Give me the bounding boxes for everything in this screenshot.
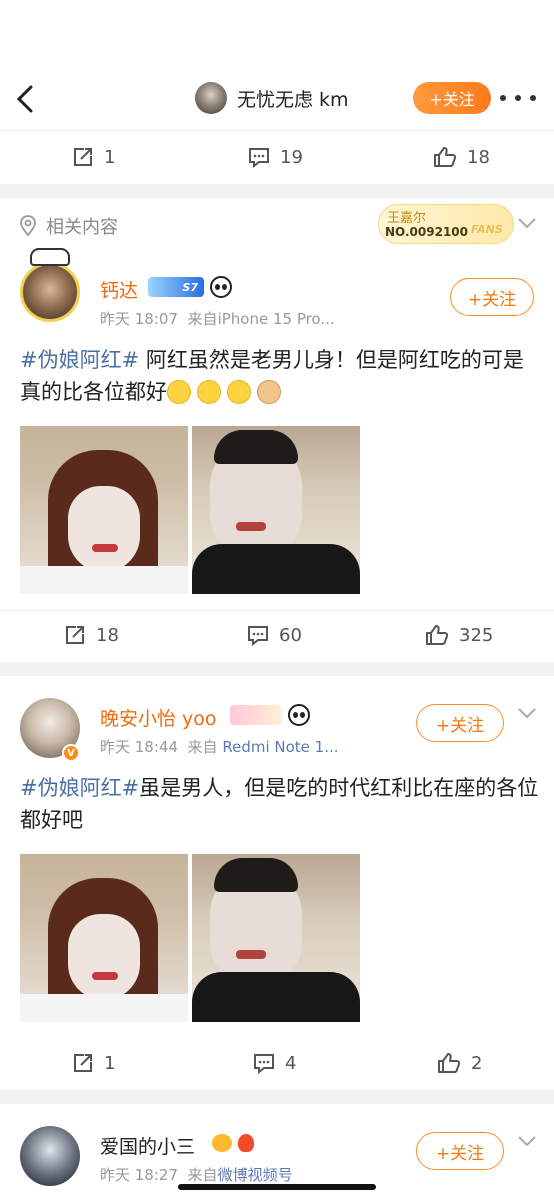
related-header: 相关内容 <box>18 212 118 240</box>
panda-icon <box>288 704 310 726</box>
comment-icon <box>254 1054 274 1074</box>
repost-count: 1 <box>104 146 116 168</box>
fans-badge-number: NO.0092100 <box>385 225 468 239</box>
post-image[interactable] <box>192 426 360 594</box>
header-user[interactable]: 无忧无虑 km <box>195 80 349 116</box>
repost-icon <box>74 148 92 166</box>
comment-count: 4 <box>285 1052 297 1074</box>
top-post-actions: 1 19 18 <box>0 134 554 180</box>
header-follow-button[interactable]: +关注 <box>413 82 491 114</box>
username[interactable]: 钙达 <box>100 276 138 303</box>
avatar[interactable] <box>20 1126 80 1186</box>
top-bar: 无忧无虑 km +关注 <box>0 70 554 126</box>
like-icon <box>438 1053 461 1073</box>
fans-badge-tag: FANS <box>471 223 503 236</box>
username[interactable]: 爱国的小三 <box>100 1132 195 1159</box>
comment-icon <box>248 626 268 646</box>
section-gap <box>0 184 554 198</box>
hashtag[interactable]: #伪娘阿红# <box>20 348 139 372</box>
section-gap <box>0 1090 554 1104</box>
section-gap <box>0 662 554 676</box>
user-badges: S7 <box>148 276 232 298</box>
user-badges <box>230 704 310 726</box>
post-actions: 18 60 325 <box>0 612 554 658</box>
divider <box>0 130 554 131</box>
comment-count: 60 <box>279 624 302 646</box>
repost-count: 18 <box>96 624 119 646</box>
comment-count: 19 <box>280 146 303 168</box>
post-card: V 晚安小怡 yoo 昨天 18:44 来自 Redmi Note 1... +… <box>0 688 554 1088</box>
comment-button[interactable]: 19 <box>248 134 303 180</box>
repost-button[interactable]: 1 <box>72 134 115 180</box>
repost-count: 1 <box>104 1052 116 1074</box>
user-badges <box>212 1132 254 1154</box>
post-actions: 1 4 2 <box>0 1040 554 1086</box>
post-text: #伪娘阿红#虽是男人，但是吃的时代红利比在座的各位都好吧 <box>20 776 539 832</box>
post-text: #伪娘阿红# 阿红虽然是老男儿身！但是阿红吃的可是真的比各位都好 <box>20 348 524 404</box>
post-source: iPhone 15 Pro... <box>217 310 335 328</box>
flame-icon <box>238 1134 254 1152</box>
header-title: 无忧无虑 km <box>237 88 349 111</box>
like-count: 325 <box>459 624 494 646</box>
panda-icon <box>210 276 232 298</box>
chevron-down-icon[interactable] <box>516 1134 538 1148</box>
home-indicator[interactable] <box>178 1184 376 1190</box>
smile-emoji <box>197 380 221 404</box>
like-button[interactable]: 18 <box>433 134 490 180</box>
more-icon[interactable] <box>500 86 536 110</box>
repost-button[interactable]: 1 <box>72 1040 115 1086</box>
related-label: 相关内容 <box>46 217 118 238</box>
smile-emoji <box>167 380 191 404</box>
post-meta: 昨天 18:07 来自iPhone 15 Pro... <box>100 310 335 328</box>
post-image[interactable] <box>20 854 188 1022</box>
avatar-decoration <box>30 248 70 266</box>
post-source[interactable]: Redmi Note 1... <box>222 738 338 756</box>
like-button[interactable]: 2 <box>437 1040 482 1086</box>
fans-badge[interactable]: 王嘉尔 NO.0092100 FANS <box>378 204 514 244</box>
verified-badge: V <box>62 744 80 762</box>
bird-icon <box>212 1134 232 1152</box>
post-meta: 昨天 18:44 来自 Redmi Note 1... <box>100 738 339 756</box>
follow-button[interactable]: +关注 <box>450 278 534 316</box>
comment-button[interactable]: 4 <box>253 1040 296 1086</box>
doge-emoji <box>257 380 281 404</box>
back-icon[interactable] <box>14 84 38 114</box>
username[interactable]: 晚安小怡 yoo <box>100 704 217 731</box>
comment-icon <box>249 148 269 168</box>
like-button[interactable]: 325 <box>425 612 493 658</box>
avatar[interactable] <box>20 262 80 322</box>
post-card: 钙达 S7 昨天 18:07 来自iPhone 15 Pro... +关注 #伪… <box>0 248 554 660</box>
follow-button[interactable]: +关注 <box>416 1132 504 1170</box>
like-icon <box>434 147 457 167</box>
like-count: 2 <box>471 1052 483 1074</box>
post-source[interactable]: 微博视频号 <box>218 1166 293 1184</box>
post-meta: 昨天 18:27 来自微博视频号 <box>100 1166 293 1184</box>
header-avatar[interactable] <box>195 82 227 114</box>
follow-button[interactable]: +关注 <box>416 704 504 742</box>
chevron-down-icon[interactable] <box>516 216 538 230</box>
repost-icon <box>66 626 84 644</box>
like-icon <box>426 625 449 645</box>
smile-emoji <box>227 380 251 404</box>
repost-icon <box>74 1054 92 1072</box>
post-image[interactable] <box>20 426 188 594</box>
pink-badge <box>230 705 282 725</box>
location-icon <box>20 215 36 237</box>
fans-badge-name: 王嘉尔 <box>387 211 427 226</box>
vip-badge: S7 <box>148 277 204 297</box>
chevron-down-icon[interactable] <box>516 706 538 720</box>
post-image[interactable] <box>192 854 360 1022</box>
comment-button[interactable]: 60 <box>247 612 302 658</box>
repost-button[interactable]: 18 <box>64 612 119 658</box>
like-count: 18 <box>467 146 490 168</box>
hashtag[interactable]: #伪娘阿红# <box>20 776 139 800</box>
